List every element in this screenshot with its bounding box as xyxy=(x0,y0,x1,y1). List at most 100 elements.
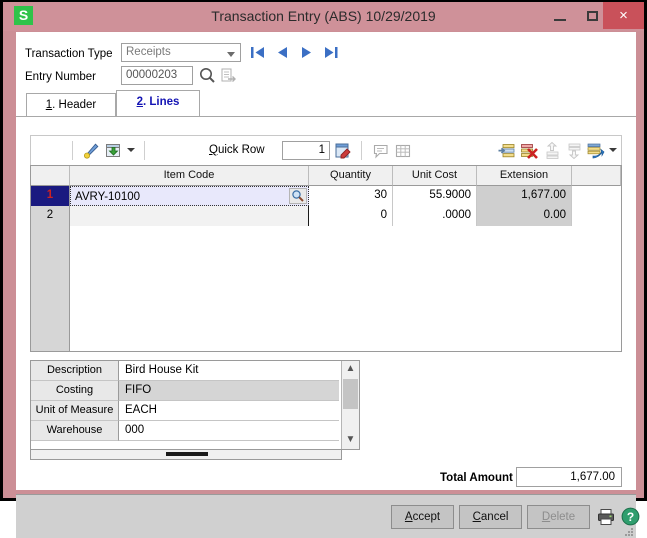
entry-number-label: Entry Number xyxy=(25,71,96,83)
detail-horizontal-scrollbar[interactable] xyxy=(30,450,342,460)
detail-label-description: Description xyxy=(31,361,119,381)
sage-logo-icon: S xyxy=(14,6,33,25)
cell-item-code-1[interactable]: AVRY-10100 xyxy=(70,186,309,206)
dropdown-caret-icon[interactable] xyxy=(127,148,135,152)
transaction-type-value: Receipts xyxy=(126,46,171,58)
cell-unit-cost-2[interactable]: .0000 xyxy=(393,206,477,226)
scroll-down-icon[interactable]: ▼ xyxy=(342,432,359,448)
tab-strip: 1. Header 2. Lines xyxy=(16,90,636,116)
grid-toolbar: Quick Row 1 xyxy=(30,135,622,165)
tab-header-label: . Header xyxy=(52,99,97,111)
grid-view-icon[interactable] xyxy=(393,141,413,161)
delete-button: Delete xyxy=(527,505,590,529)
search-icon[interactable] xyxy=(198,66,217,85)
item-code-lookup-icon[interactable] xyxy=(289,188,307,204)
detail-row: Warehouse 000 xyxy=(31,421,359,441)
drill-down-icon[interactable] xyxy=(219,66,238,85)
comment-icon[interactable] xyxy=(371,141,391,161)
tab-header[interactable]: 1. Header xyxy=(26,93,116,116)
cell-quantity-2[interactable]: 0 xyxy=(309,206,393,226)
grid-header-rownum xyxy=(31,166,70,186)
cell-blank-2 xyxy=(572,206,621,226)
grid-header-extension[interactable]: Extension xyxy=(477,166,572,186)
total-amount-label: Total Amount xyxy=(440,472,513,484)
detail-value-costing[interactable]: FIFO xyxy=(119,381,339,401)
detail-row: Unit of Measure EACH xyxy=(31,401,359,421)
scroll-up-icon[interactable]: ▲ xyxy=(342,361,359,377)
total-amount-value: 1,677.00 xyxy=(516,467,622,487)
cell-blank-1 xyxy=(572,186,621,206)
tab-lines[interactable]: 2. Lines xyxy=(116,90,200,116)
detail-row: Costing FIFO xyxy=(31,381,359,401)
detail-value-description[interactable]: Bird House Kit xyxy=(119,361,339,381)
minimize-icon xyxy=(554,19,566,21)
lines-panel: Quick Row 1 Item Code Quantity Unit Cost… xyxy=(16,117,640,538)
grid-row-header-strip xyxy=(31,226,70,351)
application-window: Transaction Entry (ABS) 10/29/2019 S × T… xyxy=(0,0,647,538)
quick-row-input[interactable]: 1 xyxy=(282,141,330,160)
grid-header-unit-cost[interactable]: Unit Cost xyxy=(393,166,477,186)
grid-header-quantity[interactable]: Quantity xyxy=(309,166,393,186)
table-row[interactable]: 2 0 .0000 0.00 xyxy=(31,206,621,226)
cell-item-code-1-text: AVRY-10100 xyxy=(75,191,141,203)
detail-value-warehouse[interactable]: 000 xyxy=(119,421,339,441)
cell-extension-2: 0.00 xyxy=(477,206,572,226)
row-header-1[interactable]: 1 xyxy=(31,186,70,206)
last-record-button[interactable] xyxy=(320,43,341,62)
detail-value-unit-of-measure[interactable]: EACH xyxy=(119,401,339,421)
previous-record-button[interactable] xyxy=(272,43,293,62)
toolbar-separator xyxy=(72,141,73,160)
first-record-button[interactable] xyxy=(248,43,269,62)
svg-text:?: ? xyxy=(627,510,634,524)
minimize-button[interactable] xyxy=(543,2,577,29)
move-down-icon xyxy=(563,141,583,161)
table-row[interactable]: 1 AVRY-10100 30 55.9000 1,677.00 xyxy=(31,186,621,206)
quick-row-label: Quick Row xyxy=(209,144,265,156)
row-options-caret-icon[interactable] xyxy=(609,148,617,152)
title-bar: Transaction Entry (ABS) 10/29/2019 S × xyxy=(3,2,644,31)
row-options-icon[interactable] xyxy=(585,141,605,161)
insert-row-icon[interactable] xyxy=(497,141,517,161)
close-button[interactable]: × xyxy=(603,2,644,29)
pen-icon[interactable] xyxy=(81,141,101,161)
scrollbar-thumb[interactable] xyxy=(343,379,358,409)
cell-extension-1: 1,677.00 xyxy=(477,186,572,206)
resize-grip[interactable] xyxy=(623,526,633,536)
transaction-type-select[interactable]: Receipts xyxy=(121,43,241,62)
horizontal-scrollbar-thumb[interactable] xyxy=(166,452,208,456)
delete-label: elete xyxy=(550,511,576,523)
lines-grid: Item Code Quantity Unit Cost Extension 1… xyxy=(30,165,622,352)
accept-accel: A xyxy=(404,511,413,523)
delete-accel: D xyxy=(541,511,551,523)
delete-row-icon[interactable] xyxy=(519,141,539,161)
cell-item-code-2[interactable] xyxy=(70,206,309,226)
print-icon[interactable] xyxy=(596,507,616,527)
window-import-icon[interactable] xyxy=(103,141,123,161)
maximize-icon xyxy=(587,11,598,21)
quick-row-edit-icon[interactable] xyxy=(333,141,353,161)
grid-header-item-code[interactable]: Item Code xyxy=(70,166,309,186)
cell-quantity-1[interactable]: 30 xyxy=(309,186,393,206)
entry-number-input[interactable]: 00000203 xyxy=(121,66,193,85)
row-header-2[interactable]: 2 xyxy=(31,206,70,226)
grid-empty-area xyxy=(31,226,621,351)
detail-row: Description Bird House Kit xyxy=(31,361,359,381)
grid-header-blank xyxy=(572,166,621,186)
cancel-button[interactable]: Cancel xyxy=(459,505,522,529)
accept-label: ccept xyxy=(412,511,441,523)
cell-unit-cost-1[interactable]: 55.9000 xyxy=(393,186,477,206)
cancel-label: ancel xyxy=(480,511,509,523)
next-record-button[interactable] xyxy=(296,43,317,62)
accept-button[interactable]: Accept xyxy=(391,505,454,529)
chevron-down-icon xyxy=(227,52,235,57)
detail-vertical-scrollbar[interactable]: ▲ ▼ xyxy=(341,361,359,449)
toolbar-separator-3 xyxy=(361,141,362,160)
cancel-accel: C xyxy=(472,511,481,523)
record-navigation xyxy=(248,43,341,62)
help-icon[interactable]: ? xyxy=(621,507,640,526)
detail-label-costing: Costing xyxy=(31,381,119,401)
tab-lines-label: . Lines xyxy=(142,96,180,108)
entry-number-value: 00000203 xyxy=(126,69,178,81)
transaction-type-label: Transaction Type xyxy=(25,48,113,60)
client-area: Transaction Type Receipts Entry Number 0… xyxy=(16,32,640,538)
